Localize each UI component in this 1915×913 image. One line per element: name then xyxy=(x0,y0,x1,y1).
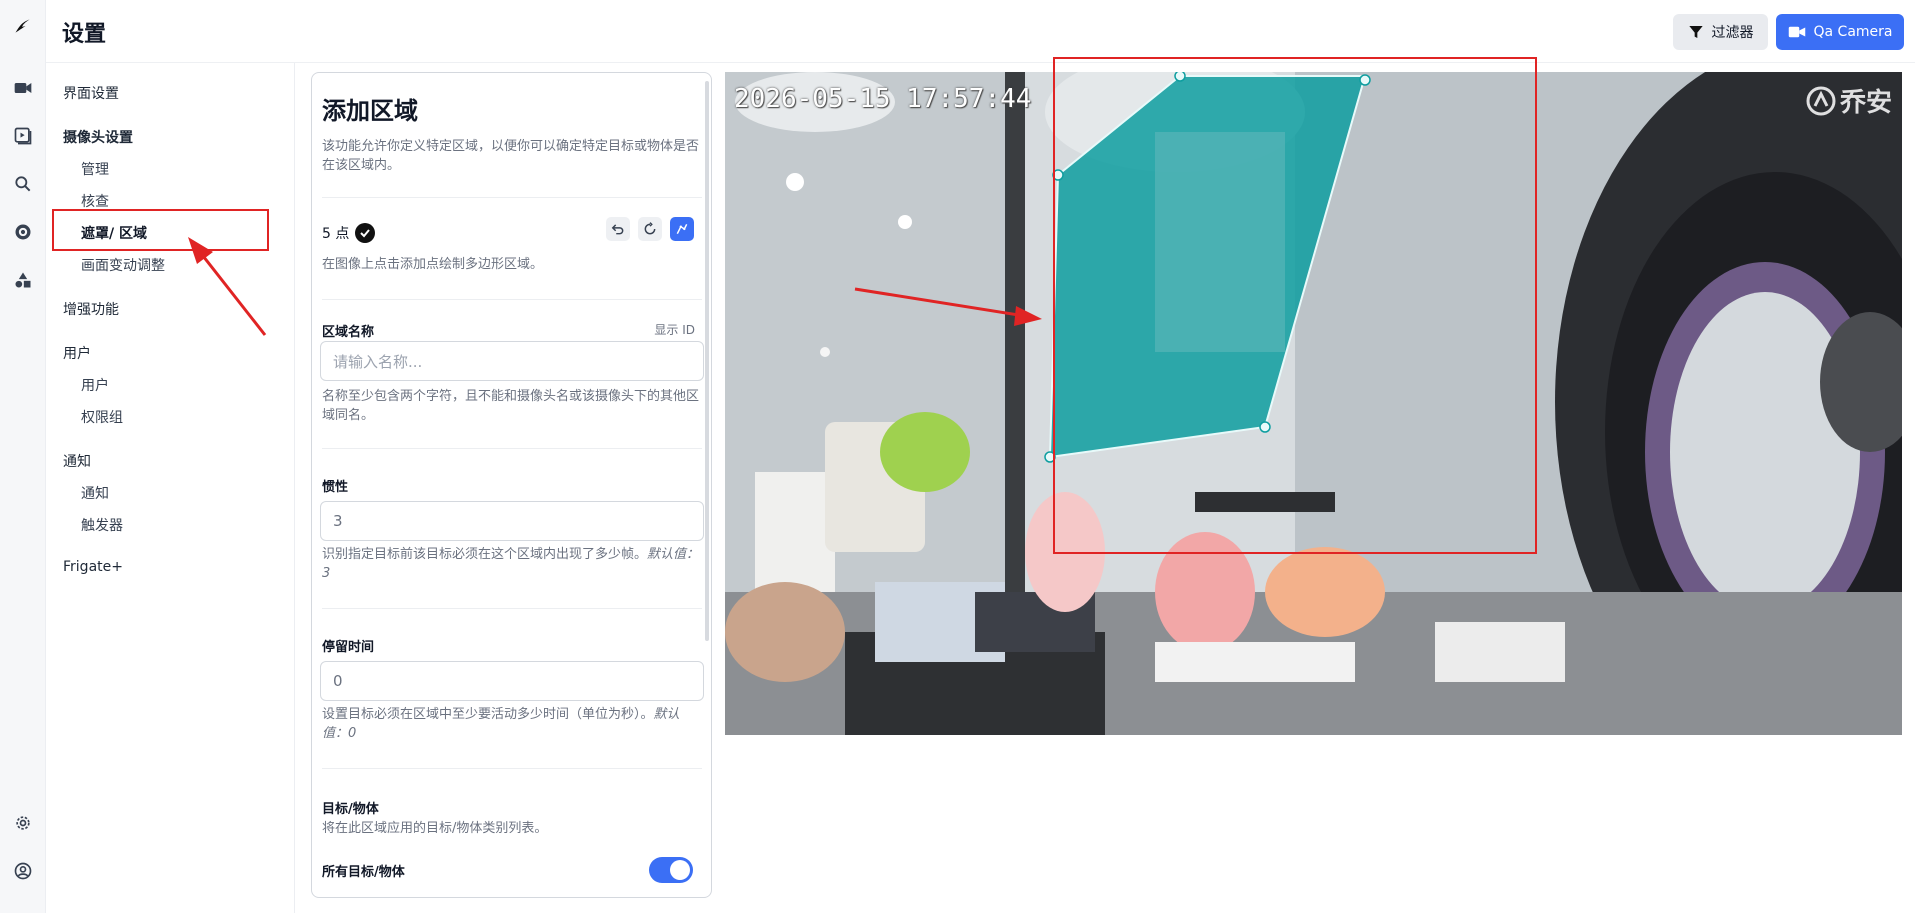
loiter-hint-text: 设置目标必须在区域中至少要活动多少时间（单位为秒）。 xyxy=(322,707,654,722)
playback-icon[interactable] xyxy=(7,120,39,152)
undo-button[interactable] xyxy=(606,217,630,241)
loiter-time-hint: 设置目标必须在区域中至少要活动多少时间（单位为秒）。默认值：0 xyxy=(322,705,702,743)
camera-scene xyxy=(725,72,1902,735)
target-icon[interactable] xyxy=(7,216,39,248)
objects-label: 目标/物体 xyxy=(322,802,379,817)
nav-notifications[interactable]: 通知 xyxy=(81,483,109,503)
inertia-label: 惯性 xyxy=(322,480,349,495)
nav-notifications-group[interactable]: 通知 xyxy=(63,451,91,471)
loiter-time-input[interactable]: 0 xyxy=(320,661,704,701)
zone-name-input[interactable]: 请输入名称... xyxy=(320,341,704,381)
watermark-text: 乔安 xyxy=(1839,88,1892,118)
filter-icon xyxy=(1688,26,1703,38)
zone-edit-panel: 添加区域 该功能允许你定义特定区域，以便你可以确定特定目标或物体是否在该区域内。… xyxy=(311,72,712,898)
header: 设置 过滤器 Qa Camera xyxy=(46,0,1915,63)
show-id-link[interactable]: 显示 ID xyxy=(654,321,695,338)
divider xyxy=(322,608,702,609)
nav-triggers[interactable]: 触发器 xyxy=(81,515,123,535)
zone-name-hint: 名称至少包含两个字符，且不能和摄像头名或该摄像头下的其他区域同名。 xyxy=(322,389,700,423)
camera-select-label: Qa Camera xyxy=(1813,24,1893,40)
points-hint: 在图像上点击添加点绘制多边形区域。 xyxy=(322,257,544,272)
nav-masks-zones[interactable]: 遮罩/ 区域 xyxy=(81,223,147,243)
inertia-input[interactable]: 3 xyxy=(320,501,704,541)
loiter-time-label: 停留时间 xyxy=(322,640,375,655)
search-icon[interactable] xyxy=(7,168,39,200)
undo-icon xyxy=(611,224,624,235)
filter-button[interactable]: 过滤器 xyxy=(1673,14,1768,50)
reset-button[interactable] xyxy=(638,217,662,241)
filter-button-label: 过滤器 xyxy=(1711,25,1754,41)
divider xyxy=(322,768,702,769)
nav-motion-tuner[interactable]: 画面变动调整 xyxy=(81,255,165,275)
shapes-icon[interactable] xyxy=(7,264,39,296)
panel-description: 该功能允许你定义特定区域，以便你可以确定特定目标或物体是否在该区域内。 xyxy=(322,139,700,173)
brand-logo-icon xyxy=(1806,86,1836,115)
nav-users-group[interactable]: 用户 xyxy=(63,343,91,363)
nav-frigate-plus[interactable]: Frigate+ xyxy=(63,559,123,575)
divider xyxy=(322,448,702,449)
all-objects-toggle[interactable] xyxy=(649,857,693,883)
camera-watermark: 乔安 xyxy=(1806,82,1892,119)
check-circle-icon xyxy=(355,223,376,243)
icon-rail xyxy=(0,0,46,913)
frigate-logo-icon[interactable] xyxy=(7,10,39,42)
snap-points-button[interactable] xyxy=(670,217,694,241)
nav-review[interactable]: 核查 xyxy=(81,191,109,211)
nav-enrichments[interactable]: 增强功能 xyxy=(63,299,119,319)
zone-name-label: 区域名称 xyxy=(322,325,375,340)
user-icon[interactable] xyxy=(7,855,39,887)
video-camera-icon xyxy=(1788,26,1805,38)
nav-roles[interactable]: 权限组 xyxy=(81,407,123,427)
nav-ui-settings[interactable]: 界面设置 xyxy=(63,83,119,103)
nav-manage[interactable]: 管理 xyxy=(81,159,109,179)
divider xyxy=(322,299,702,300)
gear-icon[interactable] xyxy=(7,807,39,839)
page-title: 设置 xyxy=(62,22,107,47)
inertia-hint-text: 识别指定目标前该目标必须在这个区域内出现了多少帧。 xyxy=(322,547,648,562)
magnet-icon xyxy=(676,224,688,234)
nav-camera-settings[interactable]: 摄像头设置 xyxy=(63,127,133,147)
camera-timestamp: 2026-05-15 17:57:44 xyxy=(734,84,1032,114)
nav-users[interactable]: 用户 xyxy=(81,375,109,395)
camera-snapshot[interactable]: 2026-05-15 17:57:44 乔安 xyxy=(725,72,1902,735)
points-label: 5 点 xyxy=(322,226,350,242)
points-count: 5 点 xyxy=(322,223,376,243)
panel-scrollbar[interactable] xyxy=(705,81,709,641)
reset-icon xyxy=(644,222,656,235)
divider xyxy=(322,197,702,198)
objects-hint: 将在此区域应用的目标/物体类别列表。 xyxy=(322,821,548,836)
inertia-hint: 识别指定目标前该目标必须在这个区域内出现了多少帧。默认值：3 xyxy=(322,545,702,583)
camera-select-button[interactable]: Qa Camera xyxy=(1776,14,1904,50)
settings-nav: 界面设置 摄像头设置 管理 核查 遮罩/ 区域 画面变动调整 增强功能 用户 用… xyxy=(46,63,295,913)
panel-title: 添加区域 xyxy=(322,97,418,125)
video-camera-icon[interactable] xyxy=(7,72,39,104)
all-objects-label: 所有目标/物体 xyxy=(322,865,405,880)
